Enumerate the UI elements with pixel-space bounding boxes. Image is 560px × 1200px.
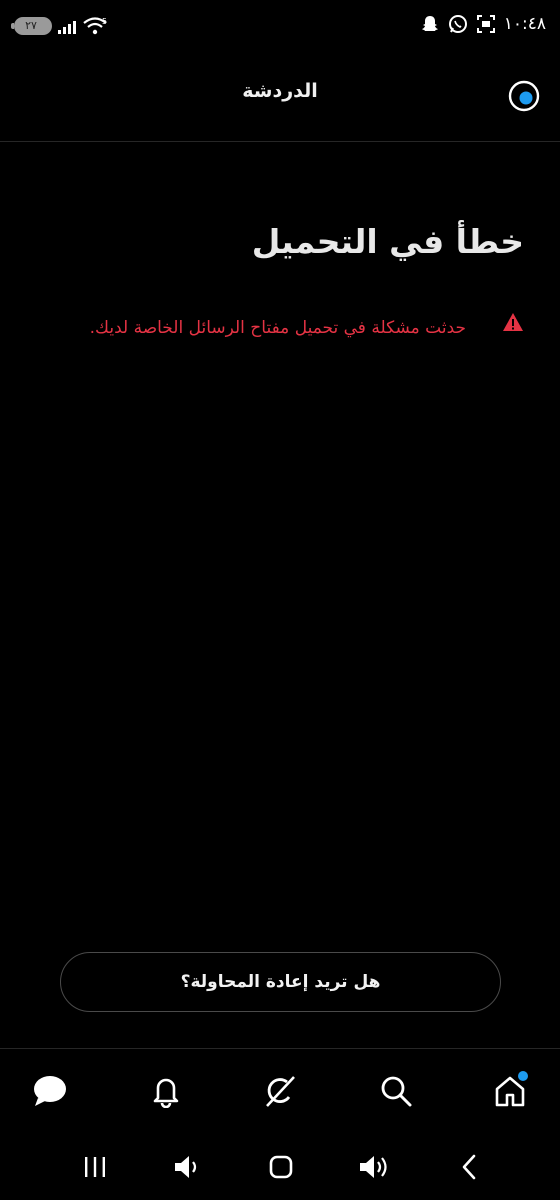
grok-icon xyxy=(266,1076,295,1107)
volume-down-icon xyxy=(175,1156,197,1178)
messages-icon xyxy=(34,1076,66,1106)
whatsapp-icon xyxy=(448,15,467,33)
wifi-icon: 5 xyxy=(83,17,107,35)
nav-notifications[interactable] xyxy=(146,1071,186,1111)
system-nav xyxy=(0,1134,560,1200)
clock: ١٠:٤٨ xyxy=(503,14,546,34)
status-bar: ٢٧ 5 ١٠:٤٨ xyxy=(0,0,560,56)
signal-icon xyxy=(58,18,76,34)
status-right: ١٠:٤٨ xyxy=(420,14,546,34)
battery-level: ٢٧ xyxy=(25,19,37,32)
settings-icon[interactable] xyxy=(506,78,542,114)
sys-volume-down-button[interactable] xyxy=(170,1150,204,1184)
error-message: حدثت مشكلة في تحميل مفتاح الرسائل الخاصة… xyxy=(89,318,466,338)
snapchat-icon xyxy=(421,16,438,31)
sys-back-button[interactable] xyxy=(452,1150,486,1184)
bottom-nav xyxy=(0,1048,560,1134)
recents-icon xyxy=(85,1157,105,1177)
volume-up-icon xyxy=(360,1156,387,1178)
screenshot-icon xyxy=(476,15,495,33)
battery-icon: ٢٧ xyxy=(11,17,52,35)
sys-home-button[interactable] xyxy=(264,1150,298,1184)
sys-volume-up-button[interactable] xyxy=(358,1150,392,1184)
back-icon xyxy=(462,1154,476,1180)
sys-recents-button[interactable] xyxy=(78,1150,112,1184)
notifications-icon xyxy=(153,1078,179,1108)
nav-search[interactable] xyxy=(376,1071,416,1111)
notification-badge xyxy=(518,1071,528,1081)
page-title: الدردشة xyxy=(242,80,318,102)
retry-button[interactable]: هل تريد إعادة المحاولة؟ xyxy=(60,952,501,1012)
status-left: ٢٧ 5 xyxy=(11,16,108,36)
chat-header: الدردشة xyxy=(0,56,560,142)
home-circle-icon xyxy=(269,1155,293,1179)
network-type: 5 xyxy=(102,17,107,26)
search-icon xyxy=(381,1076,412,1107)
nav-grok[interactable] xyxy=(260,1071,300,1111)
error-title: خطأ في التحميل xyxy=(251,222,524,261)
warning-icon xyxy=(503,313,523,331)
nav-messages[interactable] xyxy=(30,1071,70,1111)
nav-home[interactable] xyxy=(490,1071,530,1111)
